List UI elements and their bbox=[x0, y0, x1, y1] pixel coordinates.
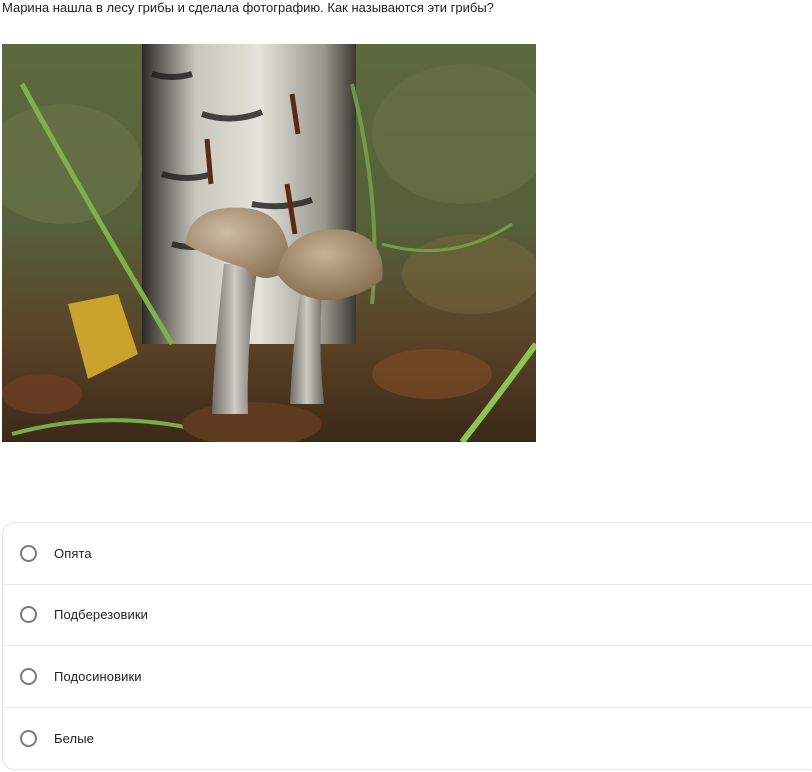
radio-button[interactable] bbox=[20, 544, 37, 562]
radio-button[interactable] bbox=[20, 667, 37, 685]
radio-button[interactable] bbox=[20, 606, 37, 624]
option-label: Белые bbox=[54, 730, 94, 746]
mushrooms-photo bbox=[2, 44, 536, 442]
question-text: Марина нашла в лесу грибы и сделала фото… bbox=[2, 0, 494, 15]
option-belye[interactable]: Белые bbox=[3, 708, 812, 770]
option-label: Подберезовики bbox=[54, 607, 149, 623]
option-label: Опята bbox=[54, 545, 92, 561]
answer-options: Опята Подберезовики Подосиновики Белые bbox=[2, 522, 812, 770]
option-label: Подосиновики bbox=[54, 668, 142, 684]
option-podberezoviki[interactable]: Подберезовики bbox=[3, 585, 812, 646]
option-opyata[interactable]: Опята bbox=[3, 523, 812, 585]
option-podosinoviki[interactable]: Подосиновики bbox=[3, 646, 812, 708]
radio-button[interactable] bbox=[20, 729, 37, 747]
